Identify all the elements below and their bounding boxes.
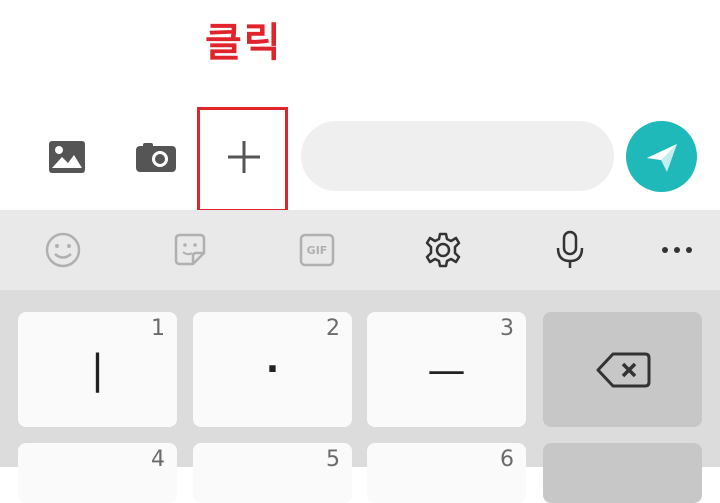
image-icon[interactable] bbox=[45, 135, 89, 179]
key-number: 4 bbox=[151, 447, 165, 472]
key-number: 5 bbox=[326, 447, 340, 472]
key-5[interactable]: 5 bbox=[193, 443, 352, 503]
mic-icon[interactable] bbox=[530, 210, 610, 290]
key-glyph: · bbox=[265, 349, 280, 390]
key-glyph: — bbox=[427, 347, 466, 392]
keyboard-toolbar: GIF bbox=[0, 210, 720, 290]
settings-icon[interactable] bbox=[403, 210, 483, 290]
key-glyph: | bbox=[90, 346, 105, 393]
key-1[interactable]: 1 | bbox=[18, 312, 177, 427]
gif-icon[interactable]: GIF bbox=[277, 210, 357, 290]
gif-label: GIF bbox=[306, 243, 328, 257]
more-icon[interactable] bbox=[637, 210, 717, 290]
function-key[interactable] bbox=[543, 443, 702, 503]
backspace-icon bbox=[543, 312, 702, 427]
emoji-icon[interactable] bbox=[23, 210, 103, 290]
send-icon bbox=[646, 143, 677, 172]
key-2[interactable]: 2 · bbox=[193, 312, 352, 427]
camera-icon[interactable] bbox=[133, 135, 179, 179]
keyboard: 1 | 2 · 3 — 4 5 6 bbox=[0, 290, 720, 503]
backspace-key[interactable] bbox=[543, 312, 702, 427]
send-button[interactable] bbox=[626, 121, 697, 192]
message-input[interactable] bbox=[301, 121, 614, 191]
key-number: 6 bbox=[500, 447, 514, 472]
click-highlight-box bbox=[197, 107, 288, 212]
composer-area: 클릭 bbox=[0, 0, 720, 212]
sticker-icon[interactable] bbox=[150, 210, 230, 290]
key-4[interactable]: 4 bbox=[18, 443, 177, 503]
key-3[interactable]: 3 — bbox=[367, 312, 526, 427]
key-6[interactable]: 6 bbox=[367, 443, 526, 503]
annotation-label: 클릭 bbox=[205, 20, 283, 66]
